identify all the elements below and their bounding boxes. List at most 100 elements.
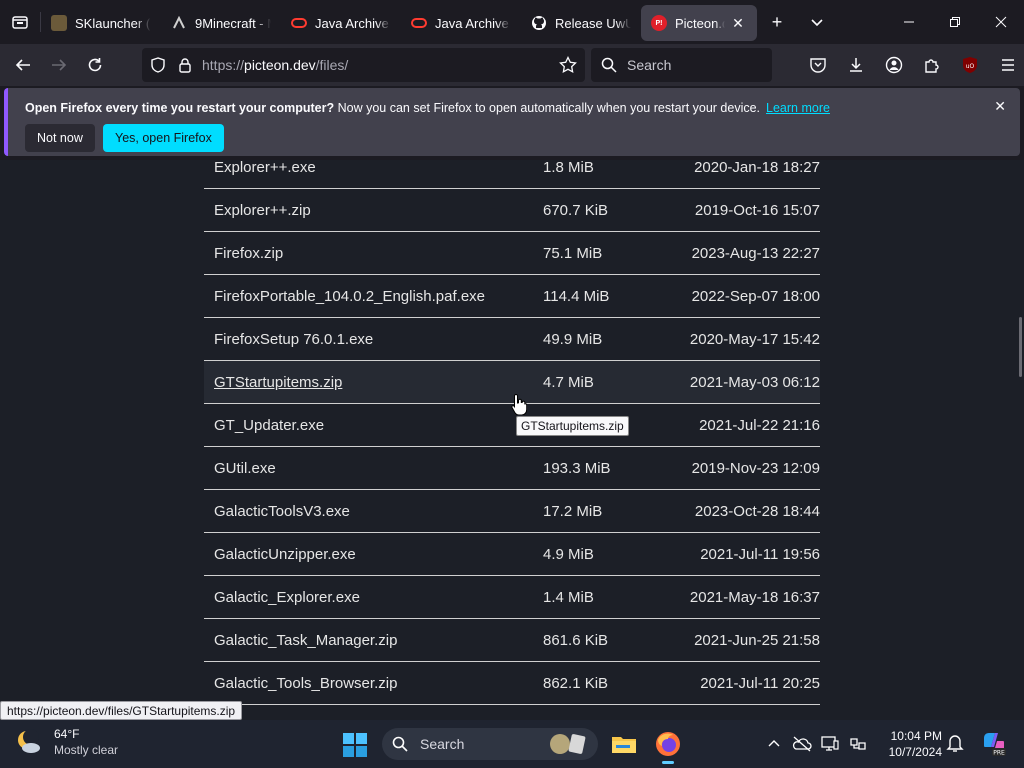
restore-icon — [950, 17, 960, 27]
file-date: 2020-May-17 15:42 — [689, 330, 820, 348]
extensions-button[interactable] — [914, 48, 950, 82]
search-bar[interactable]: Search — [591, 48, 772, 82]
file-name-link[interactable]: Galactic_Explorer.exe — [204, 589, 543, 606]
file-date: 2020-Jan-18 18:27 — [694, 160, 820, 176]
picteon-favicon-icon: P! — [651, 15, 667, 31]
yes-open-firefox-button[interactable]: Yes, open Firefox — [103, 124, 224, 152]
navigation-toolbar: https://picteon.dev/files/ Search uO — [0, 44, 1024, 86]
file-name-link[interactable]: Explorer++.exe — [204, 160, 543, 176]
tab-title: Picteon.dev — [675, 15, 725, 31]
tab-sklauncher[interactable]: SKlauncher (1 — [41, 5, 161, 41]
file-name-link[interactable]: GalacticUnzipper.exe — [204, 546, 543, 563]
weather-widget[interactable]: 64°F Mostly clear — [14, 726, 118, 758]
notification-bold-text: Open Firefox every time you restart your… — [25, 101, 335, 115]
url-text[interactable]: https://picteon.dev/files/ — [202, 57, 559, 73]
forward-button[interactable] — [42, 48, 76, 82]
url-path: /files/ — [315, 57, 349, 73]
weather-text: 64°F Mostly clear — [54, 726, 118, 758]
minimize-button[interactable] — [886, 0, 932, 44]
page-scrollbar[interactable] — [1019, 317, 1022, 377]
tab-github-release[interactable]: Release UwUTo — [521, 5, 641, 41]
file-size: 1.8 MiB — [543, 160, 594, 176]
taskbar-clock[interactable]: 10:04 PM 10/7/2024 — [878, 728, 942, 760]
copilot-icon[interactable]: PRE — [980, 730, 1008, 758]
file-name-link[interactable]: FirefoxSetup 76.0.1.exe — [204, 331, 543, 348]
file-size: 17.2 MiB — [543, 502, 603, 520]
tab-title: Java Archive D — [315, 15, 391, 31]
lock-icon[interactable] — [178, 57, 192, 73]
network-tray-button[interactable] — [844, 732, 872, 756]
close-window-button[interactable] — [978, 0, 1024, 44]
file-size: 861.6 KiB — [543, 631, 609, 649]
toolbar-actions: uO — [800, 48, 1024, 82]
url-bar[interactable]: https://picteon.dev/files/ — [142, 48, 585, 82]
ublock-button[interactable]: uO — [952, 48, 988, 82]
file-size: 4.7 MiB — [543, 373, 594, 391]
window-controls — [886, 0, 1024, 44]
tab-java-archive-2[interactable]: Java Archive D — [401, 5, 521, 41]
link-status-bar: https://picteon.dev/files/GTStartupitems… — [0, 701, 243, 720]
search-highlight-icon — [550, 734, 586, 754]
close-notification-icon[interactable]: ✕ — [994, 98, 1006, 115]
display-tray-button[interactable] — [816, 732, 844, 756]
download-icon — [850, 58, 862, 72]
file-name-link[interactable]: Galactic_Tools_Browser.zip — [204, 675, 543, 692]
windows-start-icon[interactable] — [342, 732, 368, 758]
learn-more-link[interactable]: Learn more — [766, 101, 830, 115]
file-name-link[interactable]: Galactic_Task_Manager.zip — [204, 632, 543, 649]
oracle-favicon-icon — [291, 15, 307, 31]
firefox-taskbar-button[interactable] — [652, 728, 684, 764]
firefox-view-button[interactable] — [0, 0, 40, 44]
onedrive-tray-button[interactable] — [788, 732, 816, 756]
back-button[interactable] — [6, 48, 40, 82]
file-row: Galactic_Tools_Browser.zip 862.1 KiB 2021-… — [204, 662, 820, 705]
restore-button[interactable] — [932, 0, 978, 44]
tab-picteon[interactable]: P! Picteon.dev ✕ — [641, 5, 757, 41]
bookmark-star-icon[interactable] — [559, 56, 577, 74]
file-name-link[interactable]: Explorer++.zip — [204, 202, 543, 219]
clock-date: 10/7/2024 — [888, 745, 942, 759]
not-now-button[interactable]: Not now — [25, 124, 95, 152]
file-date: 2023-Oct-28 18:44 — [694, 502, 820, 520]
link-tooltip: GTStartupitems.zip — [516, 416, 629, 436]
notification-bell-icon[interactable] — [946, 733, 964, 753]
app-menu-button[interactable] — [990, 48, 1024, 82]
new-tab-button[interactable]: + — [757, 0, 797, 44]
file-size: 1.4 MiB — [543, 588, 594, 606]
tray-overflow-button[interactable] — [760, 732, 788, 756]
page-content: Explorer++.exe 1.8 MiB 2020-Jan-18 18:27 Ex… — [0, 160, 1024, 720]
back-arrow-icon — [15, 59, 30, 71]
file-name-link[interactable]: GTStartupitems.zip — [204, 374, 543, 391]
file-name-link[interactable]: FirefoxPortable_104.0.2_English.paf.exe — [204, 288, 543, 305]
shield-icon[interactable] — [150, 57, 166, 73]
forward-arrow-icon — [52, 59, 67, 71]
file-size: 4.9 MiB — [543, 545, 594, 563]
list-all-tabs-button[interactable] — [797, 0, 837, 44]
taskbar-search-placeholder: Search — [420, 736, 465, 752]
file-date: 2019-Oct-16 15:07 — [694, 201, 820, 219]
close-tab-icon[interactable]: ✕ — [729, 14, 747, 32]
notification-message: Open Firefox every time you restart your… — [25, 101, 830, 115]
tab-9minecraft[interactable]: 9Minecraft - M — [161, 5, 281, 41]
file-name-link[interactable]: GalacticToolsV3.exe — [204, 503, 543, 520]
file-name-link[interactable]: GUtil.exe — [204, 460, 543, 477]
tab-java-archive-1[interactable]: Java Archive D — [281, 5, 401, 41]
file-date: 2019-Nov-23 12:09 — [691, 459, 820, 477]
file-row: Firefox.zip 75.1 MiB 2023-Aug-13 22:27 — [204, 232, 820, 275]
tab-title: SKlauncher (1 — [75, 15, 151, 31]
file-row: FirefoxPortable_104.0.2_English.paf.exe 1… — [204, 275, 820, 318]
sklauncher-favicon-icon — [51, 15, 67, 31]
taskbar-search-box[interactable]: Search — [382, 728, 598, 760]
windows-taskbar: 64°F Mostly clear Search 10:04 PM 10/7/2… — [0, 720, 1024, 768]
file-name-link[interactable]: GT_Updater.exe — [204, 417, 543, 434]
downloads-button[interactable] — [838, 48, 874, 82]
cloud-off-icon — [792, 736, 812, 752]
file-row: FirefoxSetup 76.0.1.exe 49.9 MiB 2020-May-… — [204, 318, 820, 361]
account-button[interactable] — [876, 48, 912, 82]
file-explorer-taskbar-button[interactable] — [608, 728, 640, 760]
pocket-button[interactable] — [800, 48, 836, 82]
file-name-link[interactable]: Firefox.zip — [204, 245, 543, 262]
ublock-origin-icon: uO — [963, 57, 977, 73]
reload-button[interactable] — [78, 48, 112, 82]
search-icon — [601, 57, 617, 73]
